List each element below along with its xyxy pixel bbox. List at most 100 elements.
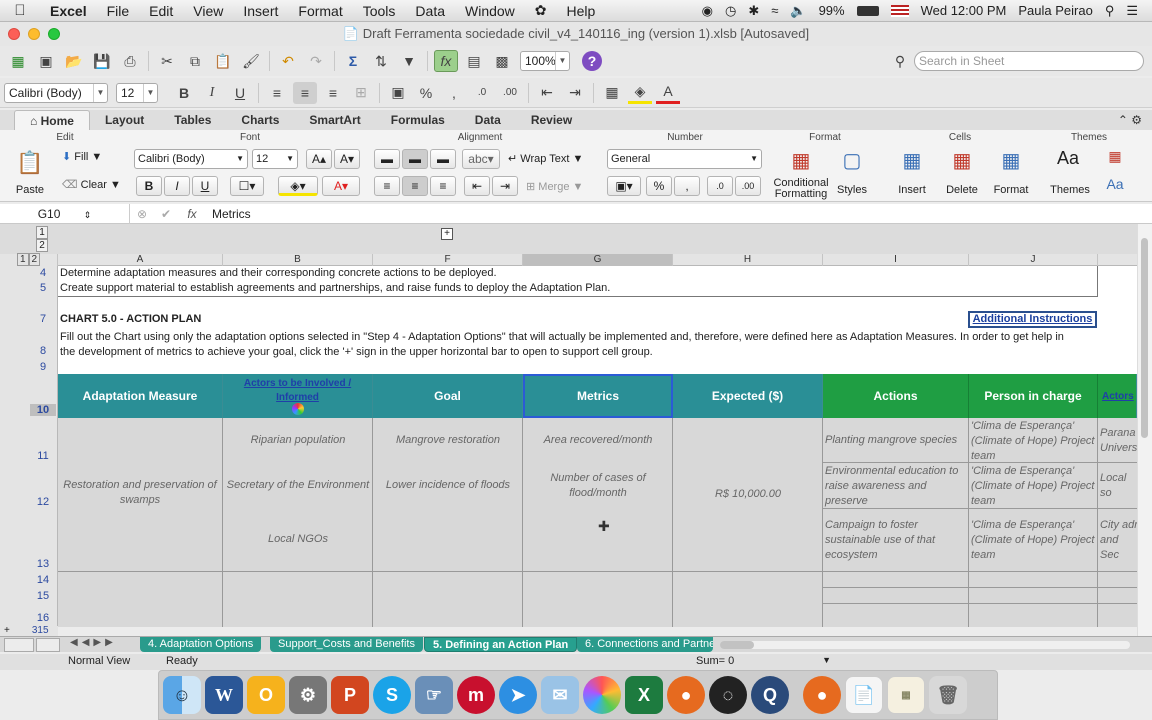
insert-cells-icon[interactable]: ▦ — [892, 148, 932, 178]
cell-person-2[interactable]: 'Clima de Esperança' (Climate of Hope) P… — [971, 464, 1097, 509]
menu-help[interactable]: Help — [557, 3, 606, 19]
format-cells-icon[interactable]: ▦ — [990, 148, 1032, 178]
tab-smartart[interactable]: SmartArt — [294, 110, 375, 130]
row-header-11[interactable]: 11 — [30, 450, 56, 462]
decrease-indent-icon[interactable]: ⇤ — [535, 82, 559, 104]
column-header-b[interactable]: B — [223, 254, 373, 266]
ribbon-size-select[interactable]: 12 ▼ — [252, 149, 298, 169]
left-align-icon[interactable]: ≡ — [374, 176, 400, 196]
flag-icon[interactable] — [890, 4, 909, 17]
formula-input[interactable]: Metrics — [206, 207, 1152, 221]
sheet-tab-connections[interactable]: 6. Connections and Partne — [577, 637, 713, 652]
menu-format[interactable]: Format — [288, 3, 352, 19]
menu-view[interactable]: View — [183, 3, 233, 19]
cell-actors2-3[interactable]: City adr and Sec Environ — [1100, 518, 1137, 563]
header-metrics[interactable]: Metrics — [523, 374, 673, 418]
row-header-9[interactable]: 9 — [30, 361, 56, 373]
merge-button[interactable]: ⊞ Merge ▼ — [526, 180, 596, 193]
menu-tools[interactable]: Tools — [353, 3, 406, 19]
italic-button[interactable]: I — [200, 82, 224, 104]
sheet-nav-arrows-icon[interactable]: ◀◀▶▶ — [70, 637, 117, 648]
row-header-16[interactable]: 16 — [30, 612, 56, 624]
themes-icon[interactable]: Aa — [1048, 148, 1088, 178]
number-format-select[interactable]: General ▼ — [607, 149, 762, 169]
row-header-15[interactable]: 15 — [30, 590, 56, 602]
fill-button[interactable]: ⬇ Fill ▼ — [62, 150, 122, 163]
center-align-icon[interactable]: ≡ — [402, 176, 428, 196]
column-header-g[interactable]: G — [523, 254, 673, 266]
sheet-tab-action-plan[interactable]: 5. Defining an Action Plan — [424, 637, 578, 652]
align-left-icon[interactable]: ≡ — [265, 82, 289, 104]
templates-icon[interactable]: ▣ — [34, 50, 58, 72]
menu-data[interactable]: Data — [405, 3, 455, 19]
cell-action-2[interactable]: Environmental education to raise awarene… — [825, 464, 967, 509]
additional-instructions-link[interactable]: Additional Instructions — [968, 311, 1097, 328]
tab-home[interactable]: ⌂ Home — [14, 110, 90, 130]
column-header-j[interactable]: J — [969, 254, 1098, 266]
row-header-10[interactable]: 10 — [30, 404, 56, 416]
tab-data[interactable]: Data — [460, 110, 516, 130]
word-icon[interactable]: W — [205, 676, 243, 714]
help-icon[interactable]: ? — [582, 51, 602, 71]
zoom-window-button[interactable] — [48, 28, 60, 40]
undo-icon[interactable]: ↶ — [276, 50, 300, 72]
styles-icon[interactable]: ▢ — [832, 148, 872, 178]
name-box[interactable]: G10 ⇕ — [0, 203, 130, 224]
photos-icon[interactable] — [583, 676, 621, 714]
align-right-icon[interactable]: ≡ — [321, 82, 345, 104]
insert-cells-button[interactable]: Insert — [892, 184, 932, 196]
ribbon-bold-button[interactable]: B — [136, 176, 162, 196]
cell-person-3[interactable]: 'Clima de Esperança' (Climate of Hope) P… — [971, 518, 1097, 563]
delete-cells-button[interactable]: Delete — [942, 184, 982, 196]
outlook-icon[interactable]: O — [247, 676, 285, 714]
align-middle-icon[interactable]: ▬ — [402, 149, 428, 169]
comma-icon[interactable]: , — [442, 82, 466, 104]
search-options-icon[interactable]: ⚲ — [888, 50, 912, 72]
cell-a4[interactable]: Determine adaptation measures and their … — [60, 267, 1096, 279]
menu-insert[interactable]: Insert — [233, 3, 288, 19]
font-size-select[interactable]: 12 ▼ — [116, 82, 158, 103]
insert-function-icon[interactable]: fx — [178, 207, 206, 221]
mendeley-icon[interactable]: m — [457, 676, 495, 714]
row-header-5[interactable]: 5 — [30, 282, 56, 294]
wrap-text-button[interactable]: ↵ Wrap Text ▼ — [508, 152, 598, 165]
document-file-icon[interactable]: 📄 — [845, 676, 883, 714]
cell-person-1[interactable]: 'Clima de Esperança' (Climate of Hope) P… — [971, 419, 1097, 464]
zoom-select[interactable]: 100% ▼ — [520, 51, 570, 71]
row-header-315[interactable]: +315 — [0, 626, 58, 636]
outline-level-1-button[interactable]: 1 — [36, 226, 48, 239]
cell-actor-3[interactable]: Local NGOs — [223, 533, 373, 545]
font-name-select[interactable]: Calibri (Body) ▼ — [4, 82, 108, 103]
grow-font-button[interactable]: A▴ — [306, 149, 332, 169]
column-header-f[interactable]: F — [373, 254, 523, 266]
row-header-7[interactable]: 7 — [30, 313, 56, 325]
autosum-icon[interactable]: Σ — [341, 50, 365, 72]
sheet-tab-adaptation-options[interactable]: 4. Adaptation Options — [140, 637, 262, 652]
sheet-tab-support-costs[interactable]: Support_Costs and Benefits — [270, 637, 423, 652]
menu-edit[interactable]: Edit — [139, 3, 183, 19]
row-outline-1[interactable]: 1 — [16, 253, 29, 266]
percent-icon[interactable]: % — [414, 82, 438, 104]
trash-icon[interactable]: 🗑 — [929, 676, 967, 714]
bold-button[interactable]: B — [172, 82, 196, 104]
firefox-icon[interactable]: ● — [667, 676, 705, 714]
close-window-button[interactable] — [8, 28, 20, 40]
formula-builder-icon[interactable]: fx — [434, 50, 458, 72]
clock[interactable]: Wed 12:00 PM — [921, 3, 1007, 18]
script-icon[interactable]: ✿ — [525, 2, 557, 19]
gallery-icon[interactable]: ▤ — [462, 50, 486, 72]
system-preferences-icon[interactable]: ⚙ — [289, 676, 327, 714]
column-header-i[interactable]: I — [823, 254, 969, 266]
increase-indent-icon[interactable]: ⇥ — [563, 82, 587, 104]
paste-icon[interactable]: 📋 — [211, 50, 235, 72]
cell-metric-2[interactable]: Number of cases of flood/month — [538, 471, 658, 501]
search-sheet-input[interactable]: Search in Sheet — [914, 51, 1144, 71]
battery-icon[interactable] — [856, 5, 879, 16]
themes-button[interactable]: Themes — [1048, 184, 1092, 196]
theme-fonts-icon[interactable]: Aa — [1100, 176, 1130, 196]
ribbon-underline-button[interactable]: U — [192, 176, 218, 196]
outdent-icon[interactable]: ⇤ — [464, 176, 490, 196]
right-align-icon[interactable]: ≡ — [430, 176, 456, 196]
wifi-icon[interactable]: ≈ — [771, 3, 778, 18]
clear-button[interactable]: ⌫ Clear ▼ — [62, 178, 122, 191]
